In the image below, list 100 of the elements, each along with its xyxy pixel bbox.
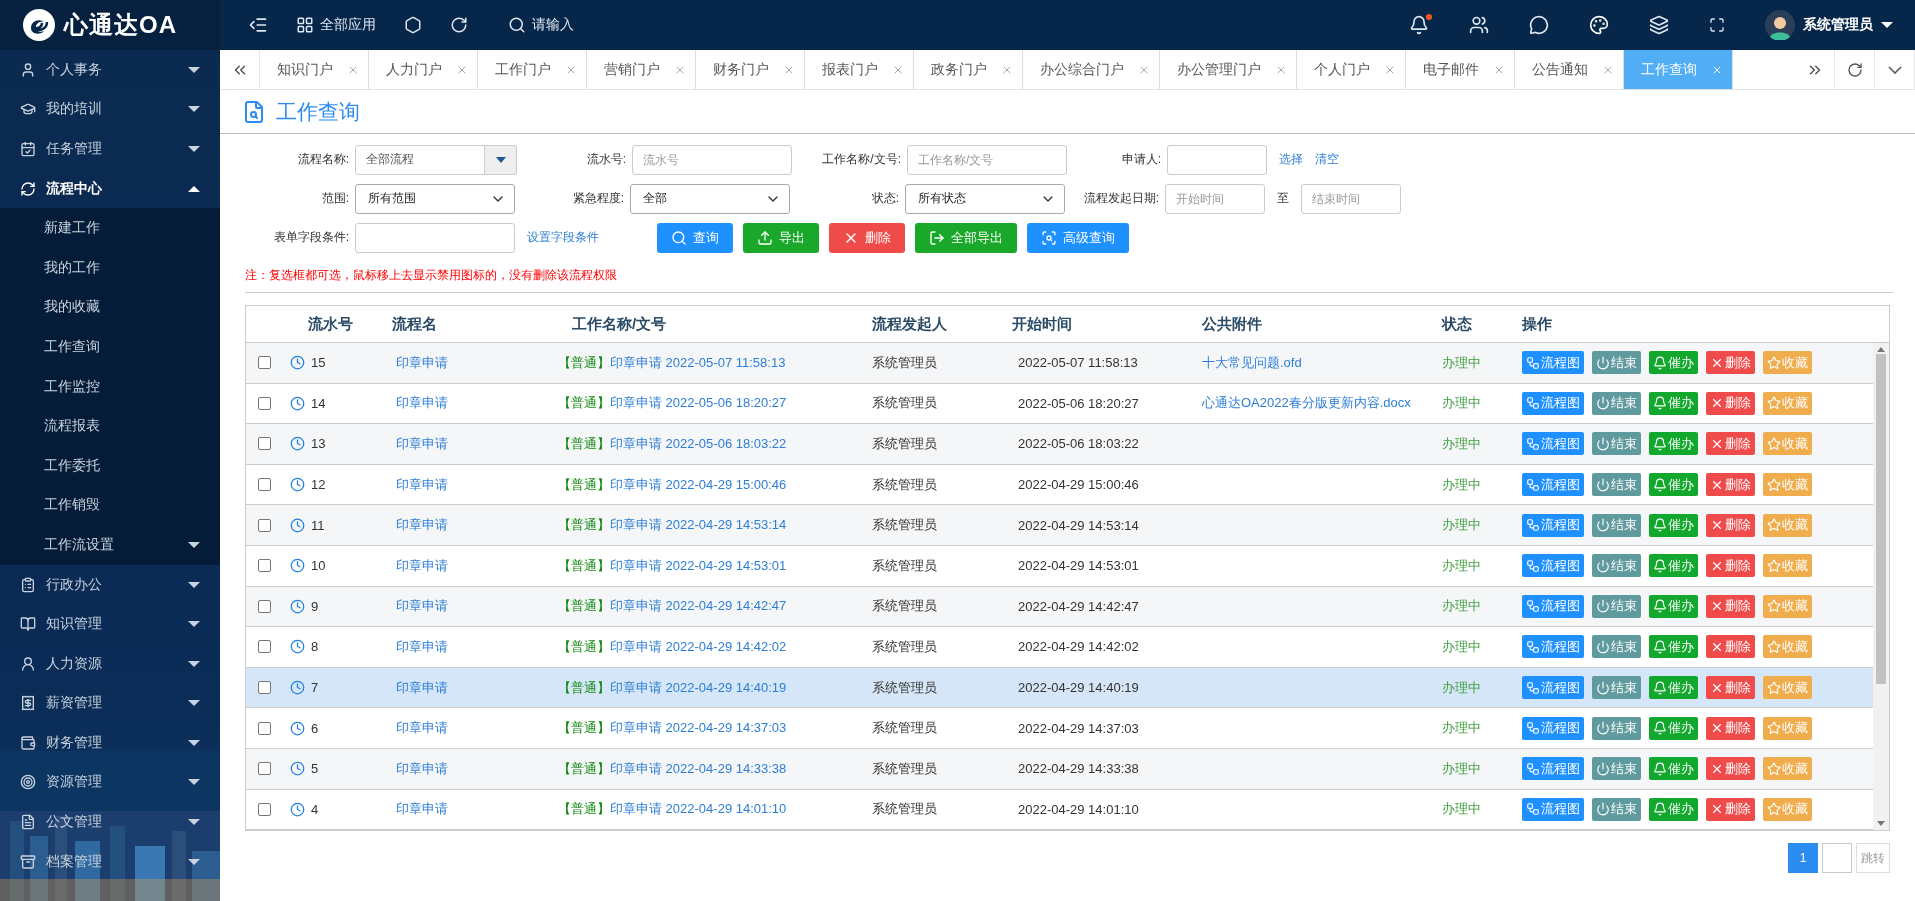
chart-button[interactable]: 流程图 [1522,797,1584,821]
row-checkbox[interactable] [258,518,271,532]
search-field[interactable]: 请输入 [508,16,574,34]
remind-button[interactable]: 催办 [1649,513,1698,537]
sidebar-subitem[interactable]: 工作查询 [0,327,220,367]
input-field[interactable]: 开始时间 [1165,183,1265,214]
end-button[interactable]: 结束 [1592,351,1641,375]
sidebar-item[interactable]: 个人事务 [0,50,220,90]
chart-button[interactable]: 流程图 [1522,676,1584,700]
flow-name-link[interactable]: 印章申请 [396,637,448,656]
chart-button[interactable]: 流程图 [1522,635,1584,659]
sidebar-subitem[interactable]: 我的收藏 [0,287,220,328]
chart-button[interactable]: 流程图 [1522,473,1584,497]
end-button[interactable]: 结束 [1592,473,1641,497]
table-row[interactable]: 13 印章申请 【普通】印章申请 2022-05-06 18:03:22 系统管理员 2022-05-06 18:03:22 办理中 流程图 结束 催办 删除 收藏 [246,424,1873,465]
flow-name-link[interactable]: 印章申请 [396,800,448,819]
delete-button[interactable]: 删除 [1706,797,1755,821]
attachment-link[interactable]: 十大常见问题.ofd [1202,353,1302,372]
remind-button[interactable]: 催办 [1649,473,1698,497]
end-button[interactable]: 结束 [1592,797,1641,821]
row-checkbox[interactable] [258,396,271,410]
dropdown-button[interactable] [485,144,517,175]
work-title-link[interactable]: 【普通】印章申请 2022-04-29 14:42:47 [558,597,787,616]
menu-icon[interactable] [248,15,268,35]
link[interactable]: 清空 [1315,151,1339,168]
flow-name-link[interactable]: 印章申请 [396,475,448,494]
users-icon[interactable] [1469,15,1489,35]
process-combo-field[interactable]: 全部流程 [355,144,485,175]
link[interactable]: 设置字段条件 [527,229,599,246]
attachment-link[interactable]: 心通达OA2022春分版更新内容.docx [1202,394,1411,413]
delete-button[interactable]: 删除 [1706,716,1755,740]
delete-button[interactable]: 删除 [1706,513,1755,537]
sidebar-item[interactable]: 薪资管理 [0,683,220,724]
sidebar-item[interactable]: 我的培训 [0,89,220,130]
table-row[interactable]: 11 印章申请 【普通】印章申请 2022-04-29 14:53:14 系统管理员 2022-04-29 14:53:14 办理中 流程图 结束 催办 删除 收藏 [246,505,1873,546]
flow-name-link[interactable]: 印章申请 [396,759,448,778]
remind-button[interactable]: 催办 [1649,391,1698,415]
end-button[interactable]: 结束 [1592,432,1641,456]
input-field[interactable] [1167,144,1267,175]
caret-icon[interactable] [1881,22,1893,28]
link[interactable]: 选择 [1279,151,1303,168]
palette-icon[interactable] [1589,15,1609,35]
table-row[interactable]: 7 印章申请 【普通】印章申请 2022-04-29 14:40:19 系统管理员 2022-04-29 14:40:19 办理中 流程图 结束 催办 删除 收藏 [246,667,1873,709]
end-button[interactable]: 结束 [1592,716,1641,740]
work-title-link[interactable]: 【普通】印章申请 2022-04-29 14:53:14 [558,516,787,535]
all-apps-button[interactable]: 全部应用 [296,16,376,34]
sidebar-subitem[interactable]: 新建工作 [0,208,220,248]
remind-button[interactable]: 催办 [1649,676,1698,700]
select-field[interactable]: 全部 [630,183,790,214]
sidebar-item[interactable]: 知识管理 [0,604,220,644]
sidebar-subitem[interactable]: 流程报表 [0,406,220,446]
jump-button[interactable]: 跳转 [1856,843,1890,874]
flow-name-link[interactable]: 印章申请 [396,556,448,575]
chat-icon[interactable] [1529,15,1549,35]
flow-name-link[interactable]: 印章申请 [396,353,448,372]
scrollbar[interactable] [1873,343,1889,831]
chart-button[interactable]: 流程图 [1522,391,1584,415]
row-checkbox[interactable] [258,478,271,492]
refresh-icon[interactable] [450,16,468,34]
sidebar-subitem[interactable]: 工作监控 [0,366,220,407]
chart-button[interactable]: 流程图 [1522,513,1584,537]
work-title-link[interactable]: 【普通】印章申请 2022-05-07 11:58:13 [558,353,786,372]
tab[interactable]: 工作查询 [1624,50,1733,89]
user-name[interactable]: 系统管理员 [1803,16,1873,34]
delete-button[interactable]: 删除 [1706,676,1755,700]
sidebar-subitem[interactable]: 工作销毁 [0,485,220,526]
delete-button[interactable]: 删除 [1706,351,1755,375]
remind-button[interactable]: 催办 [1649,432,1698,456]
sidebar-item[interactable]: 流程中心 [0,168,220,209]
sidebar-subitem[interactable]: 工作流设置 [0,525,220,565]
flow-name-link[interactable]: 印章申请 [396,516,448,535]
advanced-button[interactable]: 高级查询 [1027,222,1129,253]
fullscreen-icon[interactable] [1709,17,1725,33]
work-title-link[interactable]: 【普通】印章申请 2022-04-29 15:00:46 [558,475,787,494]
sidebar-item[interactable]: 任务管理 [0,129,220,169]
chart-button[interactable]: 流程图 [1522,432,1584,456]
sidebar-item[interactable]: 公文管理 [0,802,220,842]
work-title-link[interactable]: 【普通】印章申请 2022-04-29 14:42:02 [558,637,787,656]
delete-button[interactable]: 删除 [1706,432,1755,456]
row-checkbox[interactable] [258,721,271,735]
delete-button[interactable]: 删除 [1706,554,1755,578]
select-field[interactable]: 所有范围 [355,183,515,214]
end-button[interactable]: 结束 [1592,391,1641,415]
table-row[interactable]: 5 印章申请 【普通】印章申请 2022-04-29 14:33:38 系统管理员 2022-04-29 14:33:38 办理中 流程图 结束 催办 删除 收藏 [246,748,1873,790]
row-checkbox[interactable] [258,559,271,573]
flow-name-link[interactable]: 印章申请 [396,394,448,413]
work-title-link[interactable]: 【普通】印章申请 2022-04-29 14:37:03 [558,719,787,738]
sidebar-item[interactable]: 行政办公 [0,564,220,605]
input-field[interactable]: 工作名称/文号 [907,144,1067,175]
delete-button[interactable]: 删除 [829,222,905,253]
flow-name-link[interactable]: 印章申请 [396,719,448,738]
flow-name-link[interactable]: 印章申请 [396,678,448,697]
input-field[interactable] [355,222,515,253]
sidebar-item[interactable]: 资源管理 [0,762,220,803]
row-checkbox[interactable] [258,802,271,816]
table-row[interactable]: 9 印章申请 【普通】印章申请 2022-04-29 14:42:47 系统管理员 2022-04-29 14:42:47 办理中 流程图 结束 催办 删除 收藏 [246,586,1873,628]
page-button[interactable]: 1 [1788,843,1818,874]
end-button[interactable]: 结束 [1592,554,1641,578]
export-button[interactable]: 导出 [743,222,819,253]
row-checkbox[interactable] [258,356,271,370]
